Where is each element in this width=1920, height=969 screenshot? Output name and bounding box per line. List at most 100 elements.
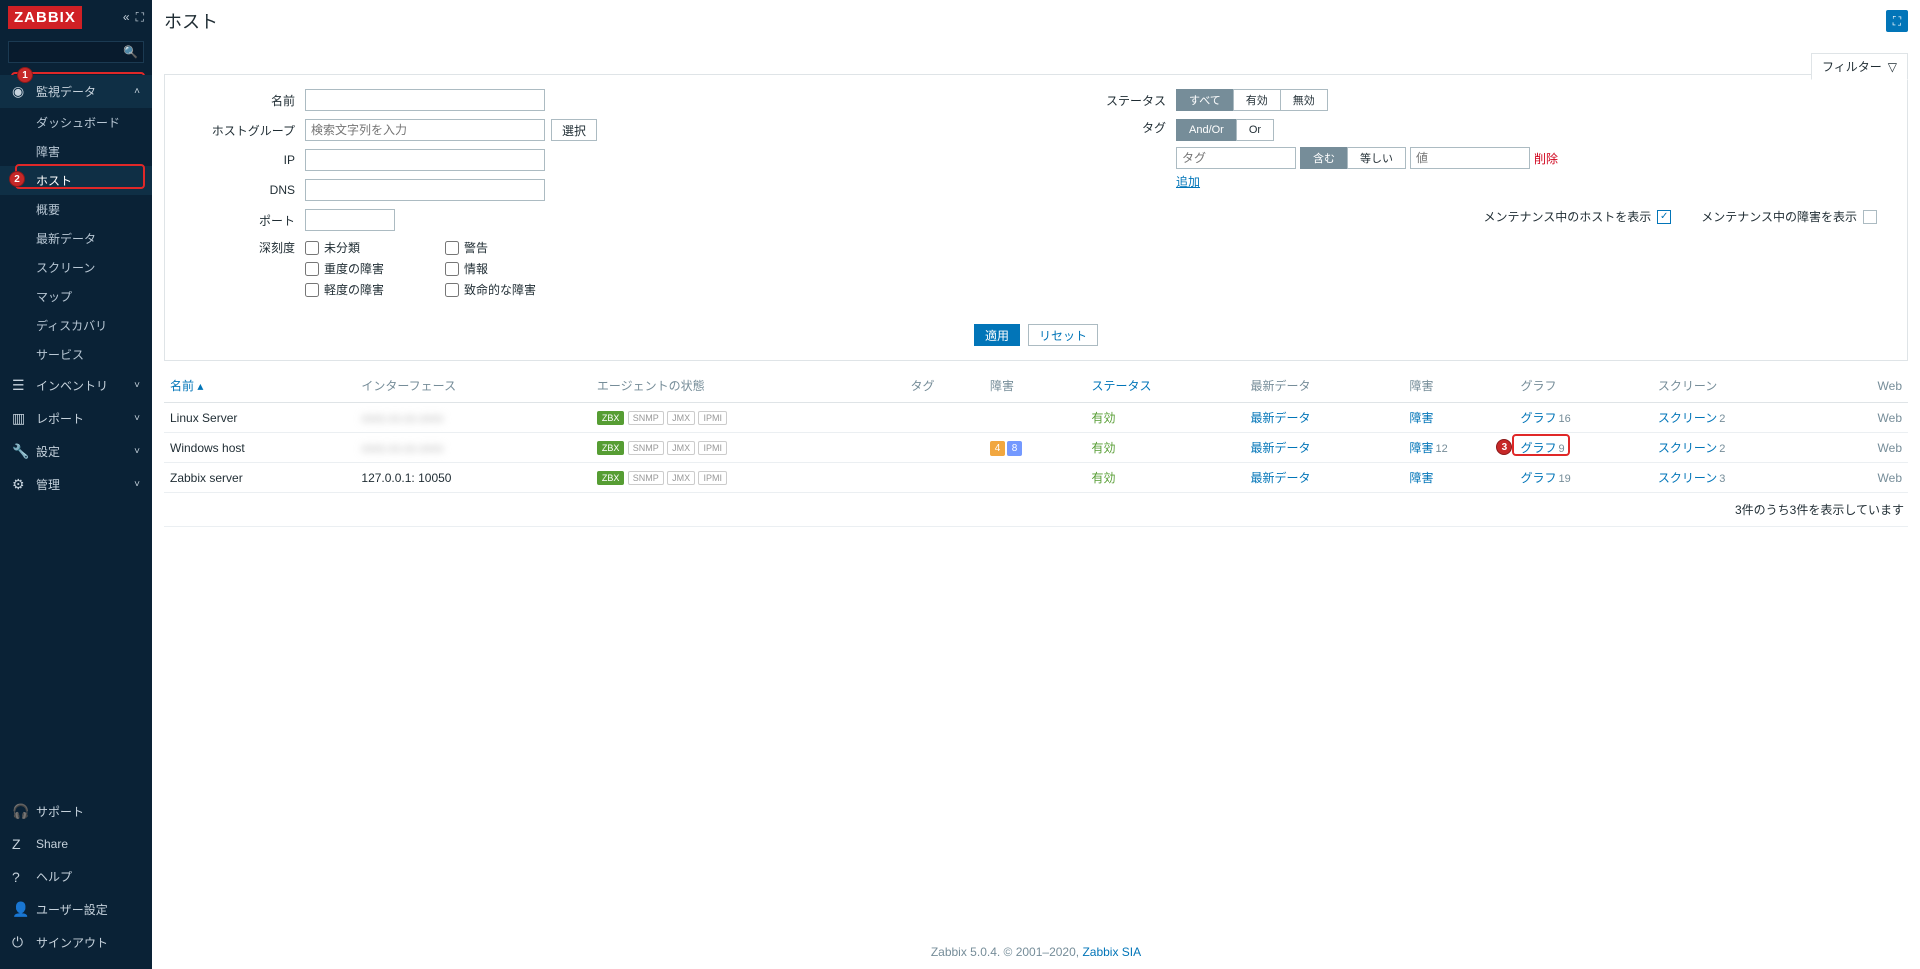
- annotation-1: 1: [17, 67, 33, 83]
- screens-link[interactable]: スクリーン: [1658, 471, 1717, 485]
- host-name-link[interactable]: Zabbix server: [170, 471, 243, 485]
- nav-admin[interactable]: ⚙ 管理 ˅: [0, 468, 152, 501]
- sev-disaster[interactable]: 致命的な障害: [445, 281, 555, 298]
- sev-high[interactable]: 重度の障害: [305, 260, 415, 277]
- graphs-link[interactable]: グラフ: [1520, 471, 1556, 485]
- nav-support[interactable]: 🎧サポート: [0, 795, 152, 828]
- nav-problems[interactable]: 障害: [0, 137, 152, 166]
- zbx-badge: ZBX: [597, 471, 625, 485]
- zbx-badge: ZBX: [597, 441, 625, 455]
- maint-hosts-checkbox[interactable]: ✓: [1657, 210, 1671, 224]
- host-name-link[interactable]: Linux Server: [170, 411, 237, 425]
- port-input[interactable]: [305, 209, 395, 231]
- nav-monitoring-label: 監視データ: [36, 83, 96, 100]
- nav-share[interactable]: ZShare: [0, 828, 152, 860]
- maint-problems-checkbox[interactable]: [1863, 210, 1877, 224]
- ip-input[interactable]: [305, 149, 545, 171]
- sev-warn[interactable]: 警告: [445, 239, 555, 256]
- status-text[interactable]: 有効: [1092, 441, 1116, 455]
- th-name[interactable]: 名前 ▴: [164, 369, 355, 403]
- tag-op-equals[interactable]: 等しい: [1347, 147, 1406, 169]
- hostgroups-input[interactable]: [305, 119, 545, 141]
- interface-text: xxxx.xx.xx.xxxx: [361, 411, 443, 425]
- nav-inventory[interactable]: ☰ インベントリ ˅: [0, 369, 152, 402]
- name-label: 名前: [195, 92, 305, 109]
- nav-reports[interactable]: ▥ レポート ˅: [0, 402, 152, 435]
- status-text[interactable]: 有効: [1092, 411, 1116, 425]
- snmp-badge: SNMP: [628, 441, 664, 455]
- nav-dashboard[interactable]: ダッシュボード: [0, 108, 152, 137]
- hostgroups-label: ホストグループ: [195, 122, 305, 139]
- severity-label: 深刻度: [195, 239, 305, 256]
- filter-toggle[interactable]: フィルター ▽: [1811, 53, 1908, 80]
- tag-add[interactable]: 追加: [1176, 175, 1200, 189]
- nav-overview[interactable]: 概要: [0, 195, 152, 224]
- status-enabled[interactable]: 有効: [1233, 89, 1281, 111]
- graphs-link[interactable]: グラフ: [1520, 411, 1556, 425]
- name-input[interactable]: [305, 89, 545, 111]
- nav-services[interactable]: サービス: [0, 340, 152, 369]
- snmp-badge: SNMP: [628, 471, 664, 485]
- logo-row: ZABBIX « ⛶: [0, 0, 152, 35]
- problems-link[interactable]: 障害: [1409, 471, 1433, 485]
- th-status[interactable]: ステータス: [1086, 369, 1245, 403]
- tags-label: タグ: [1066, 119, 1176, 136]
- sidebar-search: 🔍: [8, 41, 144, 63]
- select-button[interactable]: 選択: [551, 119, 597, 141]
- sev-info[interactable]: 情報: [445, 260, 555, 277]
- tag-name-input[interactable]: [1176, 147, 1296, 169]
- status-text[interactable]: 有効: [1092, 471, 1116, 485]
- nav-discovery[interactable]: ディスカバリ: [0, 311, 152, 340]
- footer-link[interactable]: Zabbix SIA: [1082, 945, 1141, 959]
- tag-op-contains[interactable]: 含む: [1300, 147, 1348, 169]
- latest-link[interactable]: 最新データ: [1251, 411, 1311, 425]
- table-row: Zabbix server 127.0.0.1: 10050 ZBX SNMP …: [164, 463, 1908, 493]
- nav-screens[interactable]: スクリーン: [0, 253, 152, 282]
- sev-nc[interactable]: 未分類: [305, 239, 415, 256]
- problem-badge[interactable]: 4: [990, 441, 1005, 456]
- tag-andor[interactable]: And/Or: [1176, 119, 1237, 141]
- tag-value-input[interactable]: [1410, 147, 1530, 169]
- interface-text: 127.0.0.1: 10050: [361, 471, 451, 485]
- nav-signout[interactable]: ⏻サインアウト: [0, 926, 152, 959]
- web-text: Web: [1878, 471, 1902, 485]
- screens-link[interactable]: スクリーン: [1658, 411, 1717, 425]
- signout-icon: ⏻: [12, 934, 28, 951]
- chevron-down-icon: ˅: [134, 413, 140, 424]
- fullscreen-button[interactable]: ⛶: [1886, 10, 1908, 32]
- latest-link[interactable]: 最新データ: [1251, 441, 1311, 455]
- dns-input[interactable]: [305, 179, 545, 201]
- apply-button[interactable]: 適用: [974, 324, 1020, 346]
- nav-help[interactable]: ?ヘルプ: [0, 860, 152, 893]
- nav-latest[interactable]: 最新データ: [0, 224, 152, 253]
- tag-delete[interactable]: 削除: [1534, 150, 1558, 167]
- help-icon: ?: [12, 869, 28, 885]
- graphs-link[interactable]: グラフ: [1520, 441, 1556, 455]
- sort-asc-icon: ▴: [197, 379, 203, 393]
- reset-button[interactable]: リセット: [1028, 324, 1098, 346]
- problems-link[interactable]: 障害: [1409, 441, 1433, 455]
- status-all[interactable]: すべて: [1176, 89, 1234, 111]
- problems-link[interactable]: 障害: [1409, 411, 1433, 425]
- maint-hosts-label: メンテナンス中のホストを表示: [1483, 208, 1651, 225]
- sev-avg[interactable]: 軽度の障害: [305, 281, 415, 298]
- share-icon: Z: [12, 836, 28, 852]
- sidebar-collapse-icon[interactable]: «: [123, 10, 130, 25]
- search-icon[interactable]: 🔍: [123, 45, 138, 59]
- th-interface: インターフェース: [355, 369, 591, 403]
- nav-usersettings[interactable]: 👤ユーザー設定: [0, 893, 152, 926]
- web-text: Web: [1878, 411, 1902, 425]
- latest-link[interactable]: 最新データ: [1251, 471, 1311, 485]
- problem-badge[interactable]: 8: [1007, 441, 1022, 456]
- host-name-link[interactable]: Windows host: [170, 441, 245, 455]
- status-disabled[interactable]: 無効: [1280, 89, 1328, 111]
- sidebar-popout-icon[interactable]: ⛶: [136, 10, 144, 25]
- logo[interactable]: ZABBIX: [8, 6, 82, 29]
- nav-maps[interactable]: マップ: [0, 282, 152, 311]
- chevron-down-icon: ˅: [134, 479, 140, 490]
- port-label: ポート: [195, 212, 305, 229]
- screens-link[interactable]: スクリーン: [1658, 441, 1717, 455]
- tag-or[interactable]: Or: [1236, 119, 1274, 141]
- admin-icon: ⚙: [12, 476, 28, 493]
- nav-config[interactable]: 🔧 設定 ˅: [0, 435, 152, 468]
